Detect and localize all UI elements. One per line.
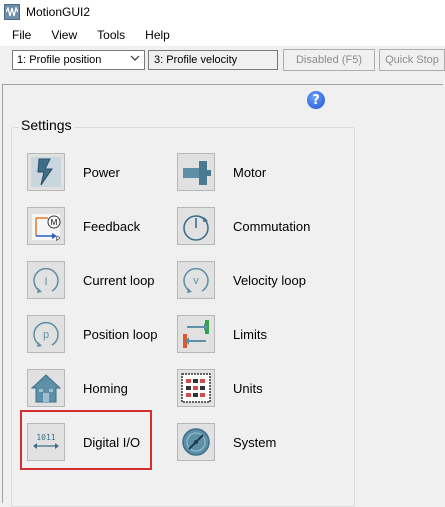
disabled-button[interactable]: Disabled (F5) [283, 49, 375, 71]
settings-item-label: Homing [83, 380, 128, 396]
motor-icon [177, 153, 215, 191]
settings-item-commutation[interactable]: Commutation [177, 207, 310, 245]
settings-item-label: Position loop [83, 326, 158, 342]
settings-item-system[interactable]: System [177, 423, 276, 461]
menu-view[interactable]: View [43, 28, 85, 42]
settings-item-position-loop[interactable]: p Position loop [27, 315, 157, 353]
current-loop-icon: I [27, 261, 65, 299]
feedback-m-text: M [51, 218, 58, 227]
settings-item-label: Current loop [83, 272, 155, 288]
settings-item-label: Feedback [83, 218, 141, 234]
profile-select-value: 1: Profile position [17, 54, 102, 66]
settings-item-label: System [233, 434, 277, 450]
system-icon [177, 423, 215, 461]
settings-item-feedback[interactable]: M P Feedback [27, 207, 140, 245]
settings-item-label: Velocity loop [233, 272, 306, 288]
toolbar: 1: Profile position 3: Profile velocity … [0, 46, 445, 77]
settings-item-units[interactable]: Units [177, 369, 263, 407]
feedback-icon: M P [27, 207, 65, 245]
secondary-profile-field: 3: Profile velocity [148, 50, 278, 70]
help-icon[interactable]: ? [307, 91, 325, 109]
settings-item-power[interactable]: Power [27, 153, 120, 191]
menu-tools[interactable]: Tools [89, 28, 133, 42]
units-icon [177, 369, 215, 407]
settings-item-current-loop[interactable]: I Current loop [27, 261, 155, 299]
commutation-icon [177, 207, 215, 245]
limits-icon [177, 315, 215, 353]
settings-item-label: Commutation [233, 218, 311, 234]
menu-bar: File View Tools Help [0, 24, 445, 46]
current-loop-text: I [44, 276, 47, 288]
title-bar: MotionGUI2 [0, 0, 445, 24]
app-icon [4, 4, 20, 20]
settings-item-label: Units [233, 380, 263, 396]
menu-file[interactable]: File [4, 28, 39, 42]
feedback-p-text: P [56, 237, 60, 242]
window-title: MotionGUI2 [26, 5, 91, 19]
position-loop-icon: p [27, 315, 65, 353]
settings-item-label: Limits [233, 326, 267, 342]
settings-item-label: Power [83, 164, 120, 180]
settings-item-label: Motor [233, 164, 267, 180]
homing-icon [27, 369, 65, 407]
settings-item-limits[interactable]: Limits [177, 315, 267, 353]
settings-item-homing[interactable]: Homing [27, 369, 128, 407]
power-icon [27, 153, 65, 191]
position-loop-text: p [43, 329, 49, 341]
velocity-loop-text: v [193, 275, 199, 287]
profile-select[interactable]: 1: Profile position [12, 50, 145, 70]
settings-item-velocity-loop[interactable]: v Velocity loop [177, 261, 306, 299]
chevron-down-icon [130, 53, 140, 66]
settings-item-motor[interactable]: Motor [177, 153, 266, 191]
secondary-profile-value: 3: Profile velocity [154, 54, 238, 66]
menu-help[interactable]: Help [137, 28, 178, 42]
quick-stop-button-label: Quick Stop [385, 54, 439, 66]
disabled-button-label: Disabled (F5) [295, 54, 363, 66]
velocity-loop-icon: v [177, 261, 215, 299]
quick-stop-button[interactable]: Quick Stop [379, 49, 445, 71]
settings-title: Settings [19, 117, 74, 133]
digital-io-highlight [20, 410, 152, 470]
